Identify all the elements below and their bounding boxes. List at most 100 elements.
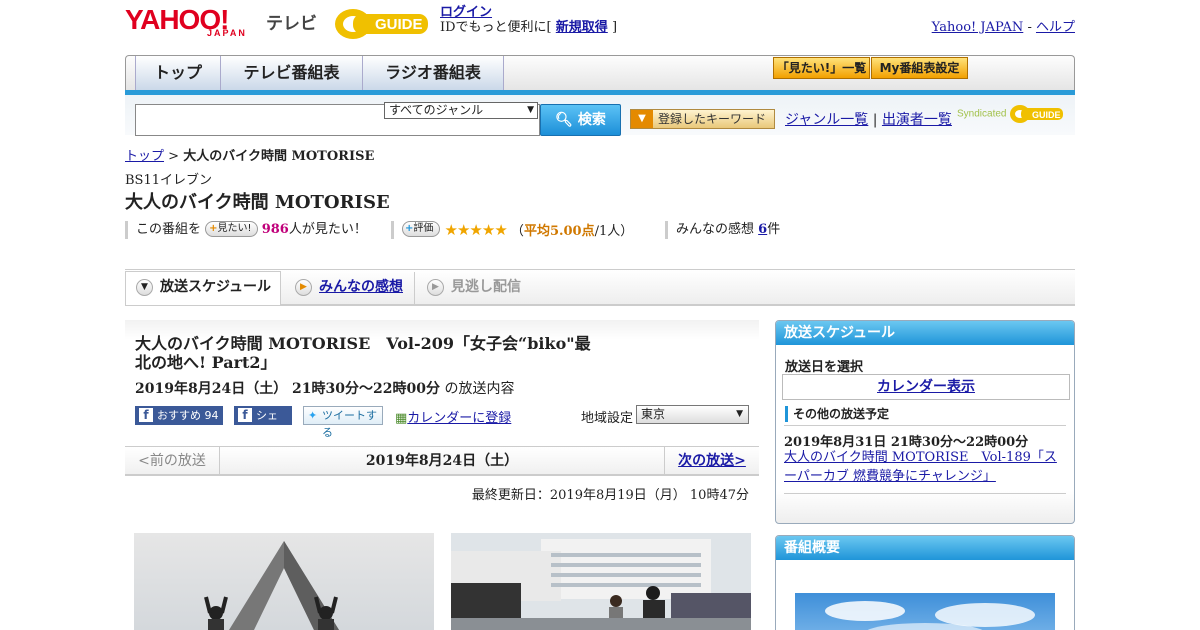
impressions-suffix: 件 — [767, 222, 781, 237]
prev-broadcast-link[interactable]: <前の放送 — [125, 447, 220, 475]
chevron-down-icon: ▼ — [136, 279, 153, 296]
impressions-count-link[interactable]: 6 — [758, 222, 767, 237]
syndicated-gguide: Syndicated GUIDE — [957, 103, 1065, 125]
tab-broadcast-schedule-label: 放送スケジュール — [160, 279, 272, 295]
genre-select-value: すべてのジャンル — [389, 103, 484, 117]
calendar-display-button[interactable]: カレンダー表示 — [782, 374, 1070, 400]
rating-stat: +評価 ★★★★★ （平均5.00点/1人） — [391, 221, 633, 239]
tab-broadcast-schedule[interactable]: ▼ 放送スケジュール — [125, 271, 281, 305]
yahoo-logo-sub: JAPAN — [207, 28, 247, 38]
my-schedule-button[interactable]: My番組表設定 — [871, 57, 968, 79]
top-right-separator: - — [1027, 20, 1032, 35]
divider — [784, 493, 1066, 494]
page-title: 大人のバイク時間 MOTORISE — [125, 192, 390, 213]
plus-icon: + — [209, 223, 218, 234]
tweet-label: ツイートする — [322, 409, 377, 439]
star-rating-icon: ★★★★★ — [444, 221, 508, 239]
episode-datetime-value: 2019年8月24日（土） 21時30分～22時00分 — [135, 381, 440, 397]
facebook-share-button[interactable]: f シェア — [234, 406, 292, 441]
sidebar-summary-box: 番組概要 — [775, 535, 1075, 630]
header: YAHOO! JAPAN テレビ GUIDE ログイン IDでもっと便利に[ 新… — [125, 0, 1075, 50]
episode-photo-monument[interactable] — [134, 533, 434, 630]
chevron-down-icon: ▼ — [736, 409, 743, 419]
share-row: f おすすめ 94 f シェア ✦ ツイートする ▦カレンダーに登録 地域設定 … — [135, 405, 755, 441]
recommend-label: おすすめ — [157, 409, 201, 422]
tab-impressions-label: みんなの感想 — [319, 279, 403, 295]
select-date-label: 放送日を選択 — [785, 360, 864, 375]
calendar-register: ▦カレンダーに登録 — [395, 407, 511, 426]
current-date: 2019年8月24日（土） — [365, 453, 519, 469]
next-broadcast-link[interactable]: 次の放送> — [664, 447, 759, 475]
twitter-icon: ✦ — [308, 409, 318, 422]
search-icon: 🔍︎ — [555, 112, 573, 128]
facebook-icon: f — [238, 408, 252, 422]
genre-list-link[interactable]: ジャンル一覧 — [785, 112, 868, 128]
login-desc: IDでもっと便利に[ — [440, 20, 552, 35]
want-suffix: 人が見たい！ — [288, 222, 367, 237]
search-links: ジャンル一覧 | 出演者一覧 — [785, 109, 952, 129]
program-stats: この番組を +見たい! 986人が見たい！ +評価 ★★★★★ （平均5.00点… — [125, 221, 1075, 239]
top-right-links: Yahoo! JAPAN - ヘルプ — [932, 16, 1075, 35]
rating-average: 平均5.00点 — [523, 224, 595, 239]
tab-missed-stream-label: 見逃し配信 — [451, 279, 521, 295]
region-select[interactable]: 東京 ▼ — [636, 405, 749, 424]
search-links-divider: | — [872, 112, 878, 128]
tab-top[interactable]: トップ — [135, 56, 221, 91]
calendar-icon: ▦ — [395, 411, 408, 426]
channel-name: BS11イレブン — [125, 173, 213, 188]
want-button[interactable]: +見たい! — [205, 221, 258, 237]
search-bar: すべてのジャンル ▼ 🔍︎ 検索 ▼ 登録したキーワード ジャンル一覧 | 出演… — [125, 95, 1075, 136]
hotel-photo-image — [451, 533, 751, 630]
breadcrumb-top-link[interactable]: トップ — [125, 149, 164, 164]
tab-impressions[interactable]: ▶ みんなの感想 — [285, 272, 415, 304]
chevron-down-icon: ▼ — [527, 105, 534, 115]
date-navigation: <前の放送 2019年8月24日（土） 次の放送> — [125, 446, 759, 476]
other-broadcasts-label: その他の放送予定 — [785, 406, 889, 422]
gguide-logo[interactable]: GUIDE — [333, 6, 431, 42]
episode-box: 大人のバイク時間 MOTORISE Vol-209「女子会“biko"最北の地へ… — [125, 320, 759, 446]
tab-missed-stream[interactable]: ▶ 見逃し配信 — [417, 272, 547, 304]
triangle-down-icon: ▼ — [631, 110, 653, 128]
genre-select[interactable]: すべてのジャンル ▼ — [384, 102, 538, 119]
tv-label: テレビ — [266, 14, 317, 34]
facebook-icon: f — [139, 408, 153, 422]
svg-text:GUIDE: GUIDE — [1032, 110, 1061, 120]
chevron-right-icon: ▶ — [427, 279, 444, 296]
want-stat: この番組を +見たい! 986人が見たい！ — [125, 221, 367, 239]
episode-datetime: 2019年8月24日（土） 21時30分～22時00分 の放送内容 — [135, 378, 514, 398]
tab-radio-schedule[interactable]: ラジオ番組表 — [363, 56, 504, 91]
region-select-value: 東京 — [641, 407, 666, 421]
episode-title: 大人のバイク時間 MOTORISE Vol-209「女子会“biko"最北の地へ… — [135, 334, 591, 372]
main-nav: トップ テレビ番組表 ラジオ番組表 「見たい!」一覧 My番組表設定 — [125, 55, 1075, 93]
svg-text:GUIDE: GUIDE — [375, 16, 423, 33]
episode-photo-hotel[interactable] — [451, 533, 751, 630]
yahoo-japan-link[interactable]: Yahoo! JAPAN — [932, 20, 1024, 35]
search-button[interactable]: 🔍︎ 検索 — [540, 104, 621, 136]
login-box: ログイン IDでもっと便利に[ 新規取得 ] — [440, 5, 617, 35]
breadcrumb: トップ > 大人のバイク時間 MOTORISE — [125, 145, 374, 164]
keyword-button[interactable]: ▼ 登録したキーワード — [630, 109, 775, 129]
recommend-count: 94 — [204, 409, 219, 422]
cast-list-link[interactable]: 出演者一覧 — [882, 112, 952, 128]
facebook-recommend-button[interactable]: f おすすめ 94 — [135, 406, 223, 425]
want-list-button[interactable]: 「見たい!」一覧 — [773, 57, 870, 79]
tab-tv-schedule[interactable]: テレビ番組表 — [221, 56, 363, 91]
other-broadcast-link[interactable]: 大人のバイク時間 MOTORISE Vol-189「スーパーカブ 燃費競争にチャ… — [784, 448, 1066, 486]
calendar-register-link[interactable]: カレンダーに登録 — [407, 411, 511, 426]
signup-link[interactable]: 新規取得 — [556, 20, 608, 35]
summary-image[interactable] — [795, 593, 1055, 630]
help-link[interactable]: ヘルプ — [1036, 20, 1075, 35]
keyword-button-label: 登録したキーワード — [657, 112, 766, 126]
rating-open: （ — [510, 224, 524, 239]
rating-count: /1人） — [594, 224, 634, 239]
tweet-button[interactable]: ✦ ツイートする — [303, 406, 383, 439]
login-link[interactable]: ログイン — [440, 5, 492, 20]
this-program-label: この番組を — [136, 222, 202, 237]
share-label: シェア — [256, 409, 278, 441]
episode-datetime-suffix: の放送内容 — [444, 381, 515, 397]
sky-image — [825, 601, 1035, 630]
rating-button[interactable]: +評価 — [402, 221, 441, 237]
divider — [784, 425, 1066, 426]
want-count: 986 — [261, 222, 289, 237]
last-updated: 最終更新日：2019年8月19日（月） 10時47分 — [471, 488, 749, 503]
